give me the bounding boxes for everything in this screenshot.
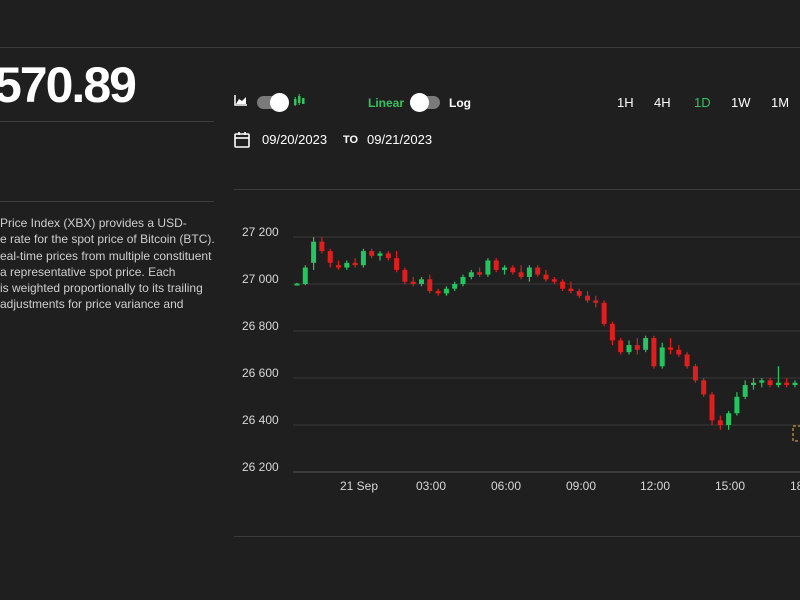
candle-body [676, 349, 682, 355]
candle-body [493, 260, 499, 270]
candle-body [634, 345, 640, 350]
candle-body [510, 267, 516, 273]
candle-body [609, 323, 615, 341]
x-tick-label: 15:00 [715, 479, 746, 493]
candle-body [402, 269, 408, 282]
candle-body [543, 274, 549, 280]
candle-body [485, 260, 491, 275]
candle-body [468, 272, 474, 277]
price-marker [792, 425, 800, 442]
price-chart[interactable] [0, 0, 800, 600]
x-tick-label: 18 [790, 479, 800, 493]
candle-body [311, 241, 317, 263]
y-tick-label: 26 600 [242, 366, 279, 380]
candle-body [394, 258, 400, 270]
candle-body [742, 385, 748, 397]
candle-body [294, 283, 300, 286]
candle-body [726, 413, 732, 425]
candle-body [319, 241, 325, 252]
candle-body [526, 267, 532, 277]
candle-body [435, 291, 441, 294]
x-tick-label: 06:00 [491, 479, 522, 493]
candle-body [327, 251, 333, 263]
candle-body [585, 295, 590, 301]
candle-body [344, 262, 350, 268]
candle-body [410, 281, 416, 284]
candle-body [336, 265, 341, 268]
candle-body [709, 394, 715, 421]
candle-body [792, 382, 798, 386]
x-tick-label: 03:00 [416, 479, 447, 493]
candle-body [452, 284, 458, 289]
y-tick-label: 26 200 [242, 460, 279, 474]
candle-body [477, 272, 483, 275]
candle-body [784, 382, 790, 386]
candle-body [618, 340, 624, 353]
candle-body [385, 253, 391, 259]
candle-body [568, 288, 574, 292]
candle-body [684, 354, 690, 367]
candle-body [352, 262, 358, 266]
candle-body [767, 380, 773, 386]
candle-body [651, 338, 657, 367]
x-tick-label: 09:00 [566, 479, 597, 493]
candle-body [692, 366, 698, 381]
y-tick-label: 26 800 [242, 319, 279, 333]
x-tick-label: 21 Sep [340, 479, 379, 493]
y-tick-label: 27 200 [242, 225, 279, 239]
candle-body [518, 272, 524, 277]
candle-body [302, 267, 308, 284]
candle-body [443, 288, 449, 294]
candle-body [427, 279, 433, 292]
candle-body [576, 291, 582, 296]
candle-body [759, 380, 765, 383]
candle-body [601, 302, 607, 324]
candle-body [377, 253, 383, 256]
candle-body [668, 347, 673, 350]
candle-body [751, 382, 756, 386]
x-tick-label: 12:00 [640, 479, 671, 493]
candle-body [775, 382, 781, 386]
candle-body [419, 279, 424, 284]
candle-body [659, 347, 665, 367]
candle-body [369, 251, 375, 256]
candle-body [701, 380, 707, 395]
candle-body [734, 396, 740, 414]
candle-body [593, 300, 599, 303]
candle-body [360, 251, 366, 266]
candle-body [643, 338, 649, 350]
candle-body [626, 345, 632, 353]
candle-body [460, 276, 466, 284]
candle-body [535, 267, 541, 275]
candle-body [560, 281, 566, 289]
candle-body [717, 420, 723, 425]
candle-body [502, 267, 507, 270]
y-tick-label: 27 000 [242, 272, 279, 286]
candle-body [551, 279, 557, 282]
y-tick-label: 26 400 [242, 413, 279, 427]
